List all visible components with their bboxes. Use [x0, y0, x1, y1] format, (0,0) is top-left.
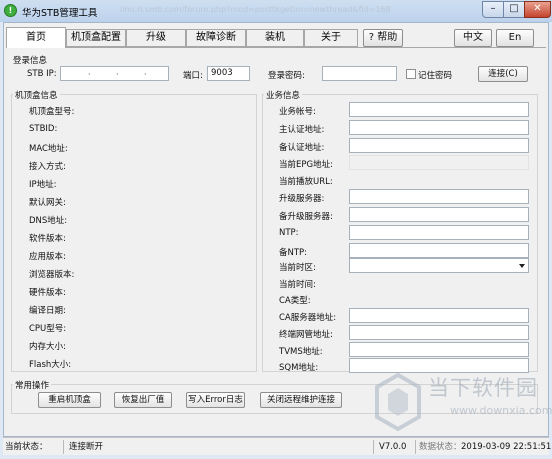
operations-section-title: 常用操作: [13, 379, 52, 391]
current-time-label: 当前时间:: [279, 280, 316, 290]
service-account-field[interactable]: [349, 102, 529, 117]
window-title: 华为STB管理工具: [22, 8, 98, 19]
connection-status: 连接断开: [69, 442, 104, 452]
cpu-model-label: CPU型号:: [29, 324, 67, 334]
browser-version-label: 浏览器版本:: [29, 270, 75, 280]
current-timezone-label: 当前时区:: [279, 263, 316, 273]
ip-separator: ·: [144, 70, 147, 79]
mac-address-label: MAC地址:: [29, 144, 68, 154]
tab-stb-config[interactable]: 机顶盒配置: [66, 29, 126, 47]
background-url-ghost: ilmi.ri.smb.com/forum.php?mod=posttkgeti…: [120, 5, 391, 14]
hardware-version-label: 硬件版本:: [29, 288, 66, 298]
build-date-label: 编译日期:: [29, 306, 66, 316]
remember-password-label: 记住密码: [418, 71, 453, 81]
access-mode-label: 接入方式:: [29, 162, 66, 172]
data-status-label: 数据状态：: [419, 442, 462, 452]
ip-separator: ·: [88, 70, 91, 79]
remember-password-checkbox[interactable]: [406, 69, 416, 79]
watermark-logo-icon: [375, 372, 421, 432]
watermark-text: 当下软件园: [428, 376, 538, 400]
ntp-label: NTP:: [279, 228, 299, 238]
chinese-language-button[interactable]: 中文: [454, 29, 492, 47]
version-label: V7.0.0: [379, 442, 407, 452]
reboot-stb-button[interactable]: 重启机顶盒: [38, 392, 101, 408]
terminal-nms-field[interactable]: [349, 325, 529, 340]
status-bar: 当前状态： 连接断开 V7.0.0 数据状态： 2019-03-09 22:51…: [3, 437, 552, 455]
port-label: 端口:: [183, 71, 203, 81]
backup-auth-field[interactable]: [349, 138, 529, 153]
status-label: 当前状态：: [5, 442, 48, 452]
ip-separator: ·: [116, 70, 119, 79]
ntp-field[interactable]: [349, 225, 529, 240]
stbid-label: STBID:: [29, 124, 58, 134]
status-separator: [373, 440, 374, 454]
upgrade-server-label: 升级服务器:: [279, 194, 325, 204]
status-separator: [63, 440, 64, 454]
flash-size-label: Flash大小:: [29, 360, 72, 370]
minimize-button[interactable]: –: [482, 1, 504, 18]
ip-address-label: IP地址:: [29, 180, 57, 190]
stb-ip-input[interactable]: · · ·: [60, 66, 169, 81]
chevron-down-icon: [519, 264, 525, 268]
watermark-url: www.downxia.com: [450, 404, 552, 417]
service-account-label: 业务帐号:: [279, 107, 316, 117]
ca-type-label: CA类型:: [279, 296, 311, 306]
password-label: 登录密码:: [268, 71, 305, 81]
primary-auth-field[interactable]: [349, 120, 529, 135]
ca-server-label: CA服务器地址:: [279, 313, 337, 323]
login-section-title: 登录信息: [13, 56, 48, 66]
status-separator: [415, 440, 416, 454]
terminal-nms-label: 终端网管地址:: [279, 330, 333, 340]
tab-about[interactable]: 关于: [304, 29, 358, 47]
stb-model-label: 机顶盒型号:: [29, 107, 75, 117]
app-version-label: 应用版本:: [29, 252, 66, 262]
timezone-dropdown[interactable]: [349, 258, 529, 273]
backup-auth-label: 备认证地址:: [279, 143, 325, 153]
password-input[interactable]: [322, 66, 397, 81]
title-bar: ! 华为STB管理工具 ilmi.ri.smb.com/forum.php?mo…: [0, 0, 552, 22]
english-language-button[interactable]: En: [496, 29, 534, 47]
help-button[interactable]: ? 帮助: [363, 29, 403, 47]
backup-ntp-field[interactable]: [349, 243, 529, 258]
backup-ntp-label: 备NTP:: [279, 248, 308, 258]
ca-server-field[interactable]: [349, 308, 529, 323]
tab-install[interactable]: 装机: [246, 29, 304, 47]
current-epg-label: 当前EPG地址:: [279, 160, 333, 170]
write-error-log-button[interactable]: 写入Error日志: [186, 392, 245, 408]
maximize-button[interactable]: □: [503, 1, 525, 18]
current-epg-field: [349, 155, 529, 170]
stb-info-section-title: 机顶盒信息: [13, 89, 60, 101]
port-input[interactable]: 9003: [207, 66, 250, 81]
memory-size-label: 内存大小:: [29, 342, 66, 352]
software-version-label: 软件版本:: [29, 234, 66, 244]
primary-auth-label: 主认证地址:: [279, 125, 325, 135]
dns-address-label: DNS地址:: [29, 216, 68, 226]
backup-upgrade-server-label: 备升级服务器:: [279, 212, 333, 222]
tab-diagnosis[interactable]: 故障诊断: [186, 29, 246, 47]
timestamp: 2019-03-09 22:51:51: [461, 442, 552, 452]
close-remote-maintenance-button[interactable]: 关闭远程维护连接: [260, 392, 342, 408]
app-icon: !: [4, 4, 17, 17]
service-info-section-title: 业务信息: [264, 89, 303, 101]
close-button[interactable]: ✕: [524, 1, 551, 18]
tab-upgrade[interactable]: 升级: [126, 29, 186, 47]
tvms-field[interactable]: [349, 342, 529, 357]
default-gateway-label: 默认网关:: [29, 198, 66, 208]
watermark: 当下软件园 www.downxia.com: [372, 368, 552, 436]
tvms-label: TVMS地址:: [279, 347, 323, 357]
upgrade-server-field[interactable]: [349, 189, 529, 204]
current-play-url-label: 当前播放URL:: [279, 177, 333, 187]
connect-button[interactable]: 连接(C): [478, 66, 528, 82]
sqm-label: SQM地址:: [279, 363, 319, 373]
tab-strip-line: [6, 47, 546, 48]
tab-home[interactable]: 首页: [6, 27, 66, 48]
backup-upgrade-server-field[interactable]: [349, 207, 529, 222]
stb-ip-label: STB IP:: [27, 69, 57, 79]
factory-reset-button[interactable]: 恢复出厂值: [114, 392, 172, 408]
